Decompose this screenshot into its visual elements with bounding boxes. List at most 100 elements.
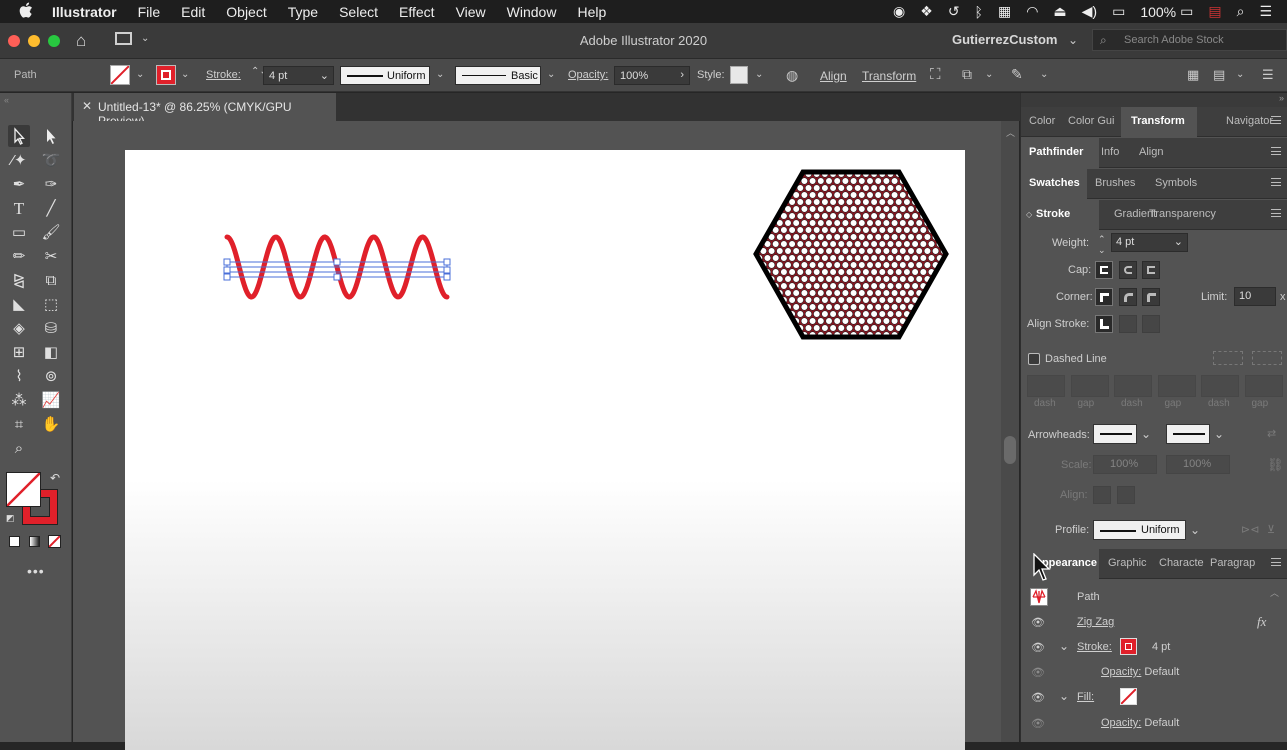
document-tab[interactable]: ✕ Untitled-13* @ 86.25% (CMYK/GPU Previe… — [74, 93, 336, 128]
tab-align[interactable]: Align — [1139, 146, 1163, 158]
workspace-switcher[interactable]: GutierrezCustom — [952, 32, 1057, 47]
butt-cap-button[interactable] — [1095, 261, 1113, 279]
graphic-style-swatch[interactable] — [730, 66, 748, 84]
live-paint-bucket-icon[interactable]: ⛁ — [40, 318, 62, 340]
stroke-panel-link[interactable]: Stroke: — [206, 69, 241, 81]
shape-builder-tool-icon[interactable]: ◈ — [8, 318, 30, 340]
chevron-down-icon[interactable]: ⌄ — [1040, 69, 1048, 80]
flip-along-icon[interactable]: ⊳⊲ — [1241, 523, 1259, 536]
chevron-down-icon[interactable]: ⌄ — [1236, 69, 1244, 80]
end-scale-input[interactable]: 100% — [1166, 455, 1230, 474]
line-segment-tool-icon[interactable]: ╱ — [40, 198, 62, 220]
visibility-eye-icon[interactable]: 👁 — [1031, 641, 1045, 654]
hexagon-shape[interactable] — [751, 167, 951, 343]
airplay-icon[interactable]: ▭ — [1112, 3, 1125, 20]
scale-tool-icon[interactable]: ⧉ — [40, 270, 62, 292]
tab-stroke[interactable]: Stroke — [1036, 208, 1070, 220]
zig-zag-effect-link[interactable]: Zig Zag — [1077, 616, 1114, 628]
chevron-down-icon[interactable]: ⌄ — [755, 69, 763, 80]
tab-navigator[interactable]: Navigator — [1226, 115, 1273, 127]
stroke-attribute-swatch[interactable] — [1120, 638, 1137, 655]
dash-input[interactable] — [1201, 375, 1239, 397]
wifi-icon[interactable]: ◠ — [1026, 3, 1038, 20]
align-stroke-center-button[interactable] — [1095, 315, 1113, 333]
keyboard-icon[interactable]: ▦ — [998, 3, 1011, 20]
tab-brushes[interactable]: Brushes — [1095, 177, 1135, 189]
chevron-down-icon[interactable]: ⌄ — [1059, 689, 1069, 703]
time-machine-icon[interactable]: ↺ — [948, 3, 960, 20]
tab-transform[interactable]: Transform — [1131, 115, 1185, 127]
tab-symbols[interactable]: Symbols — [1155, 177, 1197, 189]
stroke-weight-field[interactable]: 4 pt ⌄ — [263, 66, 334, 85]
free-transform-tool-icon[interactable]: ⬚ — [40, 294, 62, 316]
mesh-tool-icon[interactable]: ⊞ — [8, 342, 30, 364]
dash-input[interactable] — [1027, 375, 1065, 397]
selection-tool-icon[interactable] — [8, 125, 30, 147]
gradient-tool-icon[interactable]: ◧ — [40, 342, 62, 364]
edit-toolbar-icon[interactable]: ••• — [27, 563, 45, 579]
recolor-artwork-icon[interactable]: ◍ — [786, 67, 798, 84]
tab-color-guide[interactable]: Color Gui — [1068, 115, 1114, 127]
panel-menu-icon[interactable] — [1271, 178, 1281, 186]
apple-icon[interactable] — [18, 2, 38, 22]
arrow-place-button[interactable] — [1117, 486, 1135, 504]
chevron-down-icon[interactable]: ⌄ — [136, 69, 144, 80]
menu-type[interactable]: Type — [288, 4, 318, 20]
chevron-down-icon[interactable]: ⌄ — [181, 69, 189, 80]
menu-window[interactable]: Window — [507, 4, 557, 20]
start-arrowhead-select[interactable] — [1093, 424, 1137, 444]
selection-options-icon[interactable]: ✎ — [1011, 66, 1023, 83]
collapse-panels-icon[interactable]: » — [1279, 93, 1284, 103]
visibility-eye-icon[interactable]: 👁 — [1031, 616, 1045, 629]
volume-icon[interactable]: ◀) — [1082, 3, 1097, 20]
lasso-tool-icon[interactable]: ➰ — [40, 150, 62, 172]
link-scale-icon[interactable]: ⛓ — [1267, 457, 1284, 473]
opacity-link[interactable]: Opacity: — [1101, 717, 1141, 729]
round-cap-button[interactable] — [1119, 261, 1137, 279]
rectangle-tool-icon[interactable]: ▭ — [8, 222, 30, 244]
chevron-down-icon[interactable]: ⌄ — [1141, 427, 1151, 441]
stroke-weight-input[interactable]: 4 pt ⌄ — [1111, 233, 1188, 252]
align-stroke-inside-button[interactable] — [1119, 315, 1137, 333]
fill-swatch[interactable] — [110, 65, 130, 85]
collapse-toolbar-icon[interactable]: « — [4, 95, 9, 105]
gradient-mode-icon[interactable] — [29, 536, 40, 547]
align-dash-icon[interactable] — [1252, 351, 1282, 365]
align-link[interactable]: Align — [820, 69, 847, 83]
panel-collapse-icon[interactable]: ◇ — [1026, 210, 1032, 219]
menu-file[interactable]: File — [138, 4, 161, 20]
visibility-eye-icon[interactable]: 👁 — [1031, 717, 1045, 730]
chevron-down-icon[interactable]: ⌄ — [985, 69, 993, 80]
paintbrush-tool-icon[interactable]: 🖌 — [40, 222, 62, 244]
isolate-object-icon[interactable]: ⛶ — [930, 66, 941, 83]
panel-menu-icon[interactable] — [1271, 558, 1281, 566]
fill-attribute-link[interactable]: Fill: — [1077, 691, 1094, 703]
type-tool-icon[interactable]: T — [8, 198, 30, 220]
tab-paragraph[interactable]: Paragrap — [1210, 557, 1255, 569]
blend-tool-icon[interactable]: ⊚ — [40, 366, 62, 388]
swap-fill-stroke-icon[interactable]: ↶ — [50, 471, 60, 485]
eject-icon[interactable]: ⏏ — [1053, 3, 1066, 20]
tab-graphic-styles[interactable]: Graphic — [1108, 557, 1147, 569]
battery-icon[interactable]: ▭ — [1180, 3, 1193, 20]
chevron-down-icon[interactable]: ⌄ — [436, 69, 444, 80]
fill-color-box[interactable] — [6, 472, 41, 507]
flag-icon[interactable]: ▤ — [1208, 3, 1221, 20]
dashed-line-checkbox[interactable] — [1028, 353, 1040, 365]
miter-join-button[interactable] — [1095, 288, 1113, 306]
graph-tool-icon[interactable]: 📈 — [40, 390, 62, 412]
opacity-field[interactable]: 100% › — [614, 66, 690, 85]
hand-tool-icon[interactable]: ✋ — [40, 414, 62, 436]
shape-builder-icon[interactable]: ⧉ — [962, 66, 972, 83]
start-scale-input[interactable]: 100% — [1093, 455, 1157, 474]
vertical-scrollbar[interactable]: ︿ — [1001, 121, 1019, 742]
artboard[interactable] — [125, 150, 965, 750]
menu-help[interactable]: Help — [577, 4, 606, 20]
screen-record-icon[interactable]: ◉ — [893, 3, 905, 20]
none-mode-icon[interactable] — [48, 535, 61, 548]
scrollbar-thumb[interactable] — [1004, 436, 1016, 464]
eyedropper-tool-icon[interactable]: ⌇ — [8, 366, 30, 388]
scroll-up-icon[interactable]: ︿ — [1270, 586, 1279, 599]
symbol-sprayer-tool-icon[interactable]: ⁂ — [8, 390, 30, 412]
tab-info[interactable]: Info — [1101, 146, 1119, 158]
